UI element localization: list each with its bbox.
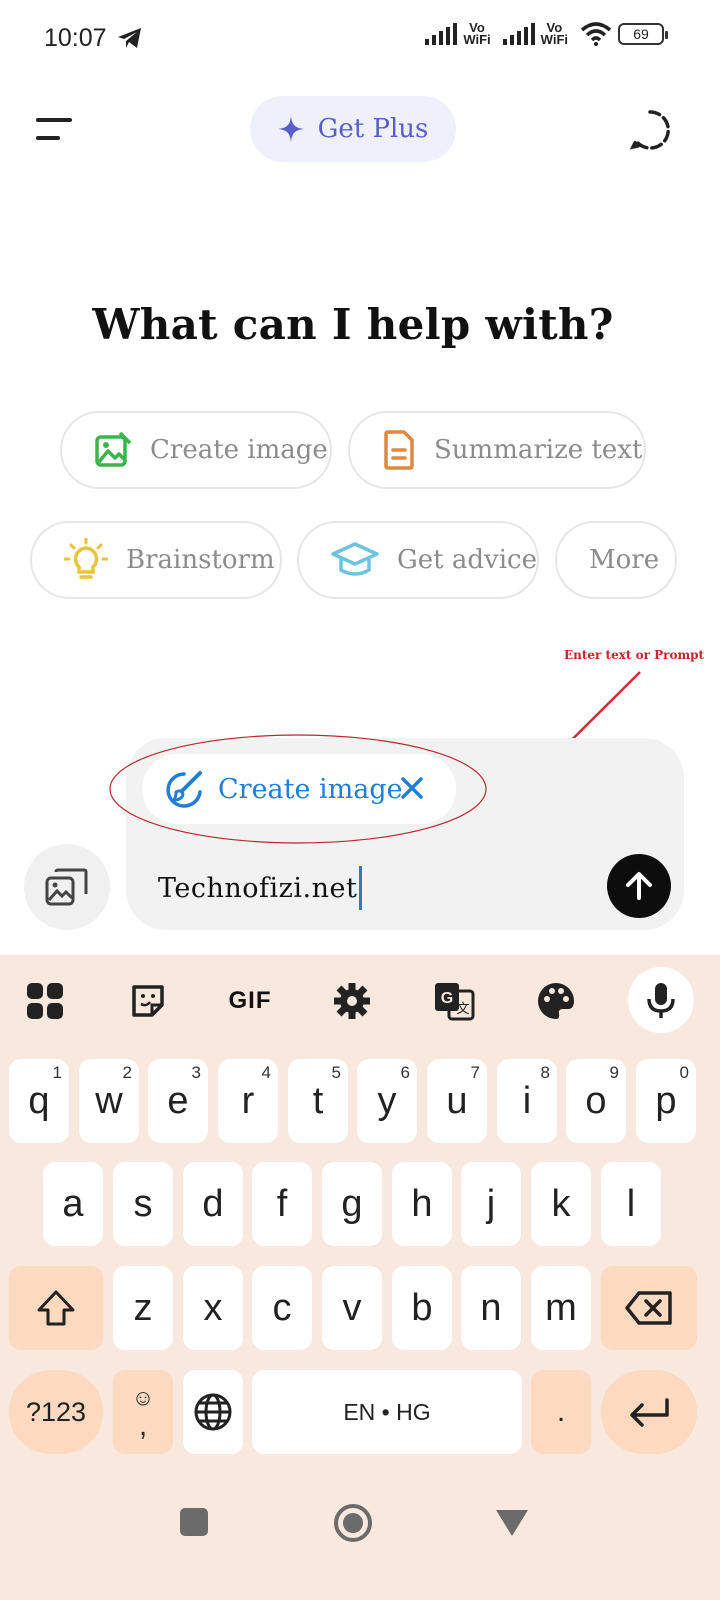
emoji-icon: ☺ [131,1385,155,1410]
key-s[interactable]: s [113,1162,173,1246]
lightbulb-icon [64,538,108,579]
status-time: 10:07 [44,24,107,52]
enter-icon [630,1398,669,1427]
settings-icon[interactable] [326,977,378,1025]
annotation-label: Enter text or Prompt [564,648,705,662]
graduation-cap-icon [331,542,379,576]
palette-icon[interactable] [530,977,582,1025]
suggestion-label: Get advice [397,545,537,575]
menu-icon[interactable] [36,116,76,144]
key-a[interactable]: a [43,1162,103,1246]
key-l[interactable]: l [601,1162,661,1246]
key-h[interactable]: h [392,1162,452,1246]
key-e[interactable]: e3 [148,1059,208,1143]
key-t[interactable]: t5 [288,1059,348,1143]
paintbrush-icon [166,771,202,808]
key-p[interactable]: p0 [636,1059,696,1143]
key-j[interactable]: j [461,1162,521,1246]
create-image-icon [95,431,132,467]
text-cursor [359,866,363,910]
suggestion-label: Create image [150,435,328,465]
document-icon [384,430,414,470]
sticker-icon[interactable] [122,977,174,1025]
attach-photo-icon [45,868,88,906]
signal-icon [425,23,458,45]
voice-input-button[interactable] [628,967,694,1033]
language-key[interactable] [183,1370,243,1454]
suggestion-label: Summarize text [434,435,643,465]
backspace-icon [625,1291,672,1325]
key-d[interactable]: d [183,1162,243,1246]
send-button[interactable] [607,854,671,918]
prompt-input[interactable]: Technofizi.net [158,866,363,910]
mic-icon [647,983,675,1018]
shift-key[interactable] [9,1266,103,1350]
suggestion-brainstorm[interactable]: Brainstorm [30,521,282,599]
symbols-key[interactable]: ?123 [9,1370,103,1454]
sparkle-icon [277,116,304,142]
key-i[interactable]: i8 [497,1059,557,1143]
globe-icon [194,1393,232,1431]
get-plus-button[interactable]: Get Plus [250,96,456,162]
key-x[interactable]: x [183,1266,243,1350]
key-v[interactable]: v [322,1266,382,1350]
key-o[interactable]: o9 [566,1059,626,1143]
suggestion-get-advice[interactable]: Get advice [297,521,539,599]
key-b[interactable]: b [392,1266,452,1350]
page-title: What can I help with? [92,300,614,349]
recents-icon[interactable] [180,1508,208,1536]
suggestion-create-image[interactable]: Create image [60,411,332,489]
suggestion-more[interactable]: More [555,521,677,599]
shift-icon [37,1290,75,1326]
battery-icon: 69 [618,23,668,45]
key-z[interactable]: z [113,1266,173,1350]
suggestion-label: More [589,545,660,575]
key-w[interactable]: w2 [79,1059,139,1143]
suggestion-summarize-text[interactable]: Summarize text [348,411,646,489]
key-g[interactable]: g [322,1162,382,1246]
send-arrow-icon [626,872,652,900]
gif-button[interactable]: GIF [224,977,276,1025]
key-c[interactable]: c [252,1266,312,1350]
key-f[interactable]: f [252,1162,312,1246]
svg-text:文: 文 [456,1002,469,1017]
apps-grid-icon[interactable] [19,977,71,1025]
svg-text:G: G [441,990,453,1007]
new-chat-icon[interactable] [628,108,672,152]
space-key[interactable]: EN • HG [252,1370,522,1454]
key-u[interactable]: u7 [427,1059,487,1143]
key-y[interactable]: y6 [357,1059,417,1143]
home-icon[interactable] [333,1503,373,1543]
key-m[interactable]: m [531,1266,591,1350]
nav-bar [0,1480,720,1600]
prompt-input-value: Technofizi.net [158,872,358,904]
backspace-key[interactable] [601,1266,697,1350]
volte-label: Vo WiFi [463,20,491,47]
key-q[interactable]: q1 [9,1059,69,1143]
key-n[interactable]: n [461,1266,521,1350]
period-key[interactable]: . [531,1370,591,1454]
enter-key[interactable] [601,1370,697,1454]
volte-label: Vo WiFi [540,20,568,47]
tool-chip-label: Create image [218,773,403,805]
status-icons: Vo WiFi Vo WiFi 69 [425,20,668,47]
telegram-icon [118,28,141,48]
status-bar: 10:07 Vo WiFi Vo WiFi 69 [0,0,720,76]
key-k[interactable]: k [531,1162,591,1246]
back-icon[interactable] [496,1510,528,1536]
close-icon [401,777,423,799]
wifi-icon [580,22,612,46]
get-plus-label: Get Plus [317,114,429,144]
attach-photo-button[interactable] [24,844,110,930]
translate-icon[interactable]: G文 [428,977,480,1025]
remove-tool-button[interactable] [394,768,430,808]
suggestion-label: Brainstorm [126,545,275,575]
comma-key[interactable]: ☺ , [113,1370,173,1454]
key-r[interactable]: r4 [218,1059,278,1143]
signal-icon [502,23,535,45]
